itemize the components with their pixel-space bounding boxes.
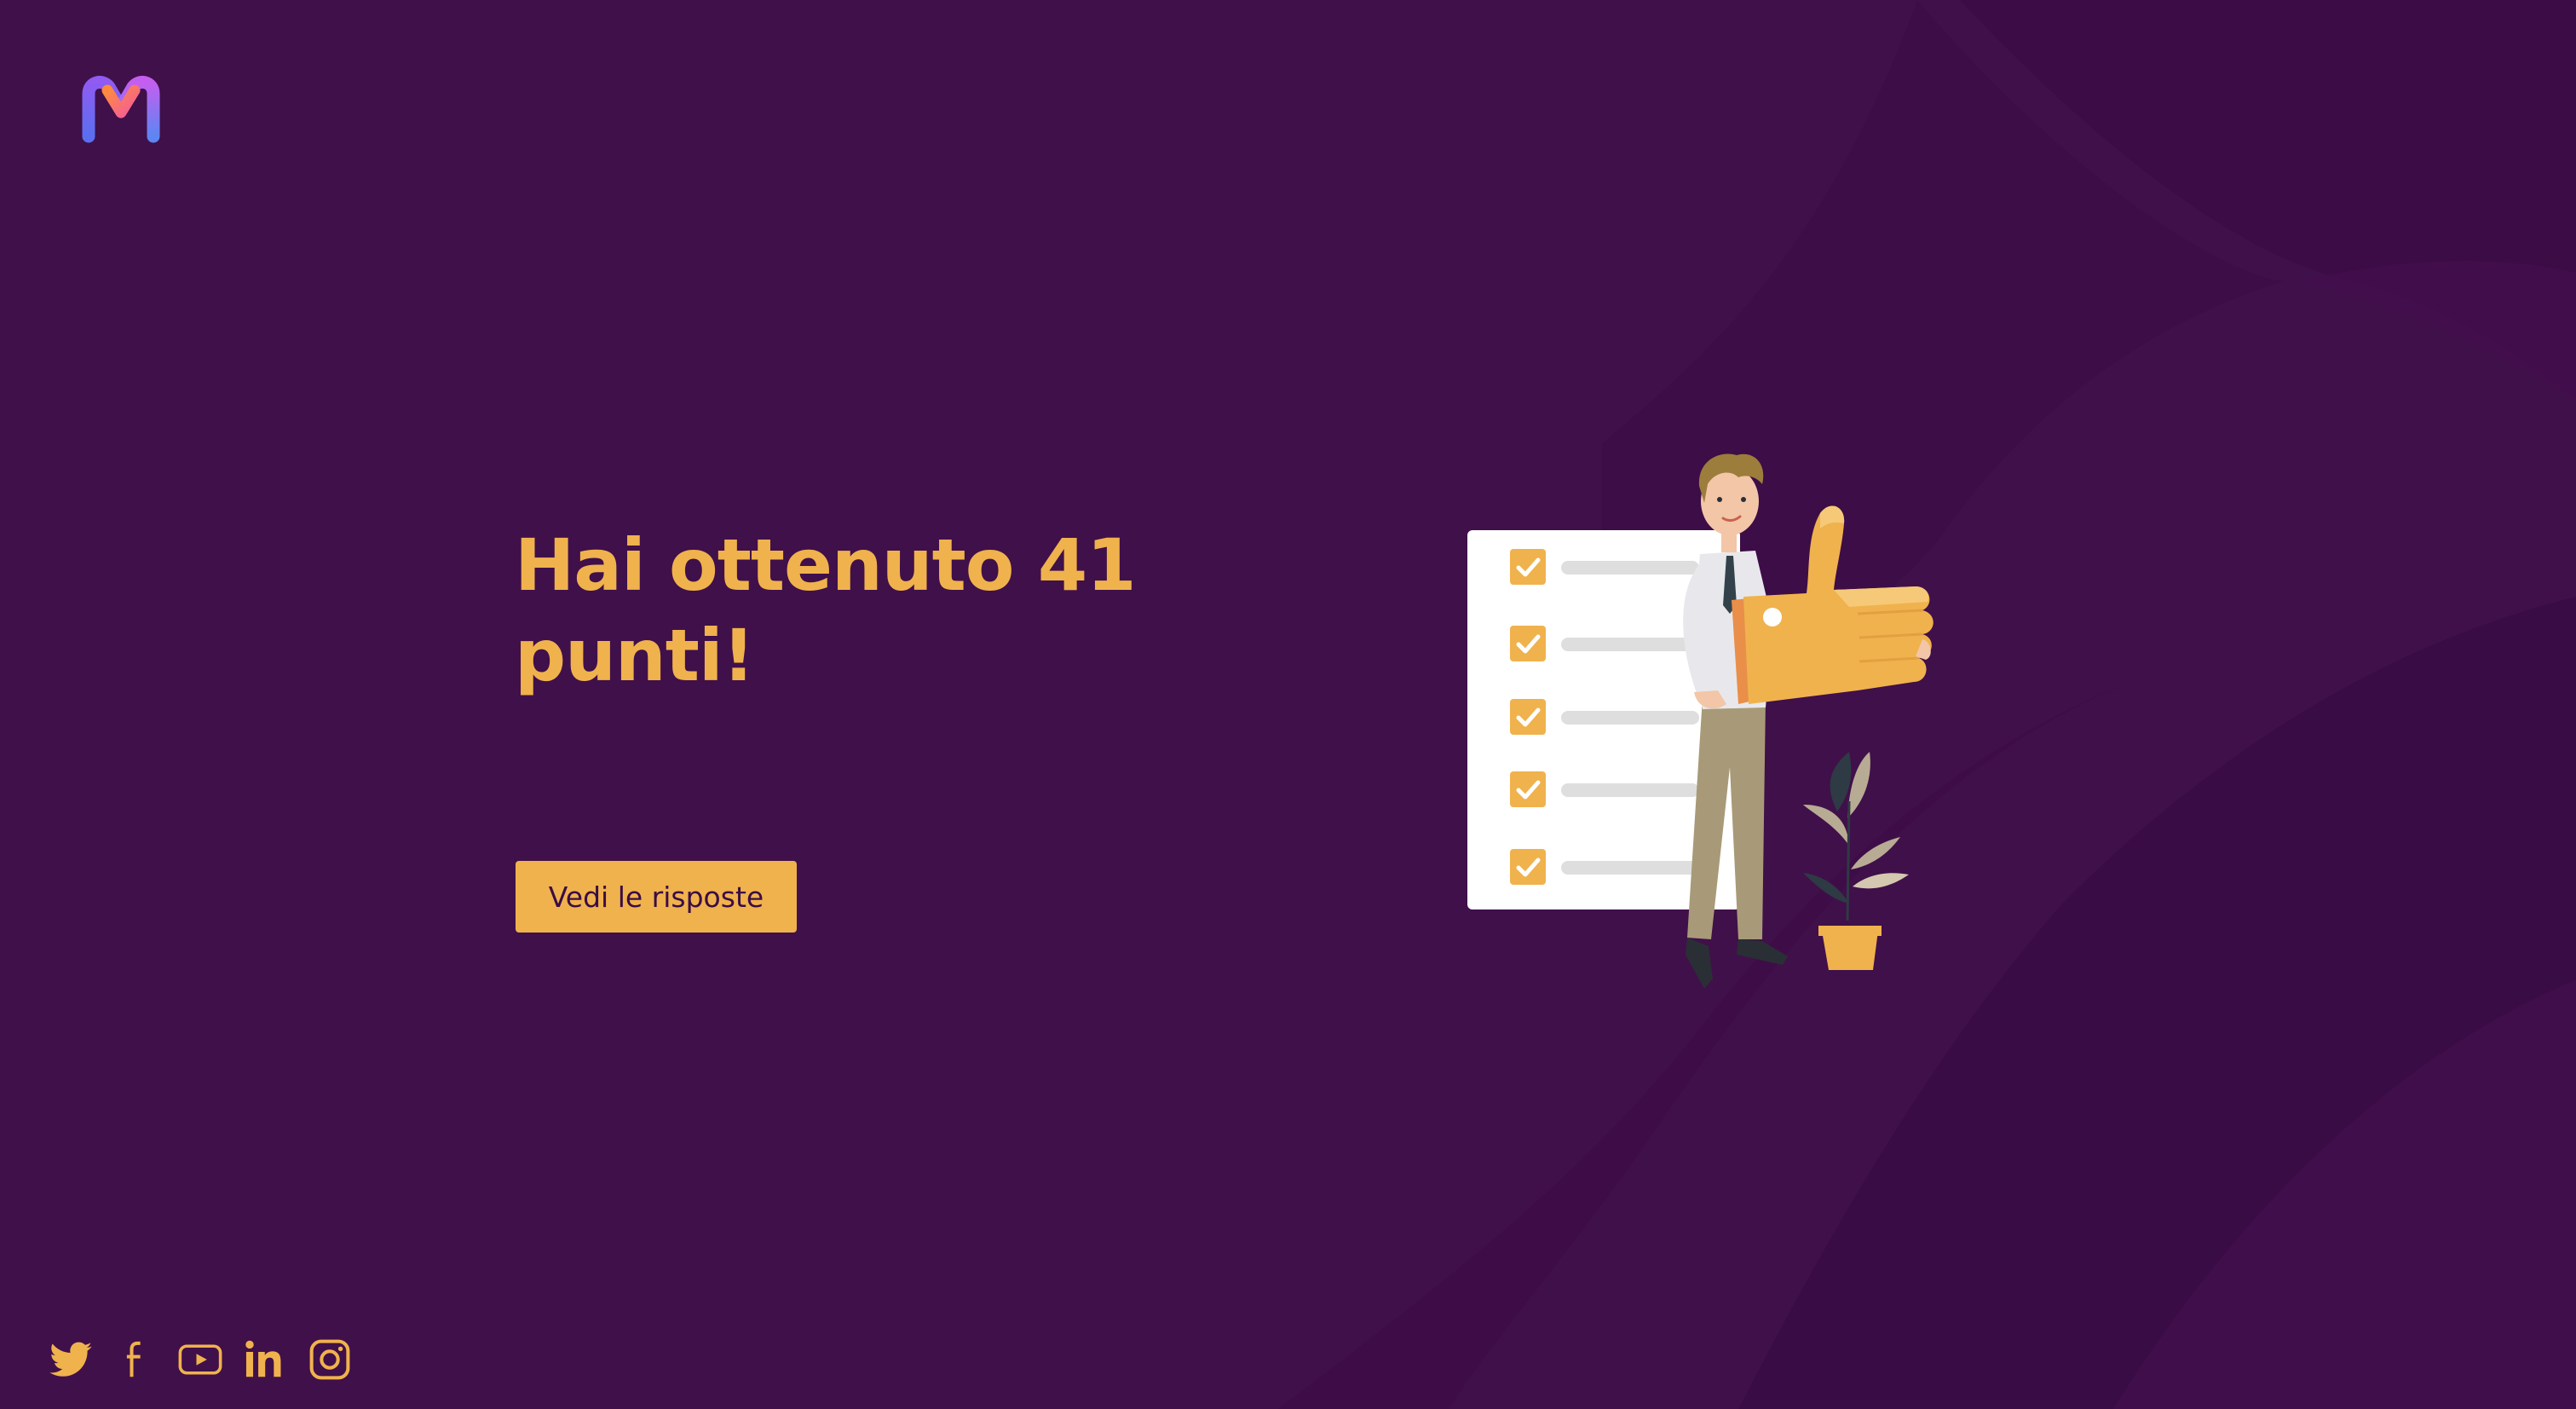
youtube-icon[interactable] (177, 1337, 223, 1383)
quiz-result-page: Hai ottenuto 41 punti! Vedi le risposte (0, 0, 2576, 1409)
instagram-icon[interactable] (307, 1337, 353, 1383)
man-thumbs-up-checklist-illustration (1467, 453, 1933, 989)
background-waves (1278, 0, 2576, 1409)
twitter-icon[interactable] (48, 1337, 94, 1383)
result-headline: Hai ottenuto 41 punti! (515, 523, 1137, 697)
view-answers-button[interactable]: Vedi le risposte (516, 861, 797, 933)
social-links (48, 1334, 353, 1385)
linkedin-icon[interactable] (242, 1337, 288, 1383)
m-logo-icon[interactable] (82, 75, 160, 143)
facebook-icon[interactable] (112, 1337, 158, 1383)
potted-plant (1803, 752, 1909, 970)
thumbs-up-icon (1732, 505, 1933, 704)
